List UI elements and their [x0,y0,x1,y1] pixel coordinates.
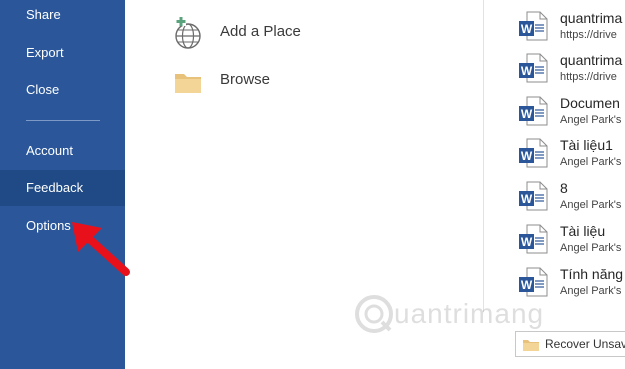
browse-label: Browse [220,71,271,88]
recent-document-name: 8 [560,180,568,196]
browse-button[interactable]: Browse [170,63,430,103]
recent-document-item[interactable]: W Documen Angel Park's [518,90,625,134]
folder-icon [523,340,539,351]
recent-document-path: Angel Park's [560,156,622,168]
globe-plus-icon [175,16,201,49]
svg-text:W: W [521,149,533,163]
nav-close[interactable]: Close [0,72,125,108]
recent-document-item[interactable]: Wquantrima https://drive [518,47,625,91]
recent-document-name: quantrima [560,10,623,26]
nav-feedback[interactable]: Feedback [0,170,125,206]
svg-text:W: W [521,107,533,121]
recover-unsaved-label: Recover Unsave [545,337,625,351]
svg-text:W: W [521,235,533,249]
svg-text:W: W [521,64,533,78]
word-document-icon: W [519,96,548,126]
recent-document-path: Angel Park's [560,242,622,254]
folder-icon [175,74,201,93]
backstage-nav: Share Export Close Account Feedback Opti… [0,0,125,369]
recent-documents-list: Wquantrima https://drive Wquantrima https:/… [518,0,625,320]
recent-document-path: Angel Park's [560,114,622,126]
add-a-place-label: Add a Place [220,23,301,40]
recent-document-name: Documen [560,95,620,111]
recent-document-path: https://drive [560,71,617,83]
nav-account[interactable]: Account [0,133,125,169]
watermark-text: uantrimang [394,298,545,329]
recent-document-path: https://drive [560,29,617,41]
recent-document-name: Tài liệu [560,223,606,239]
word-document-icon: W [519,11,548,41]
svg-text:W: W [521,278,533,292]
word-document-icon: W [519,53,548,83]
word-document-icon: W [519,224,548,254]
svg-text:W: W [521,192,533,206]
column-divider [483,0,484,312]
recent-document-item[interactable]: W Tài liệu Angel Park's [518,218,625,262]
recent-document-name: Tính năng [560,266,624,282]
nav-export[interactable]: Export [0,35,125,71]
recent-document-path: Angel Park's [560,199,622,211]
recent-document-item[interactable]: Wquantrima https://drive [518,5,625,49]
word-document-icon: W [519,138,548,168]
recent-document-item[interactable]: W 8 Angel Park's [518,175,625,219]
nav-divider [26,120,100,121]
recent-document-name: quantrima [560,52,623,68]
add-a-place-button[interactable]: Add a Place [170,15,430,55]
word-document-icon: W [519,181,548,211]
recover-unsaved-button[interactable]: Recover Unsave [515,331,625,357]
recent-document-item[interactable]: W Tài liệu1 Angel Park's [518,132,625,176]
svg-text:W: W [521,22,533,36]
recent-document-name: Tài liệu1 [560,137,613,153]
annotation-arrow-icon [72,222,130,276]
watermark-logo [355,295,393,333]
nav-share[interactable]: Share [0,0,125,33]
